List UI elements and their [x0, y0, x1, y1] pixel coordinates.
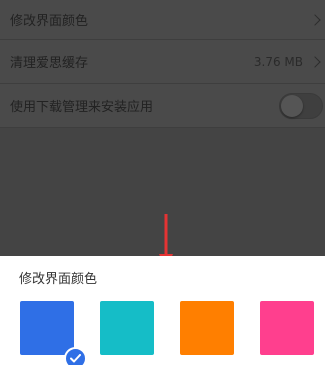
- download-manager-toggle[interactable]: [279, 92, 323, 119]
- sheet-title: 修改界面颜色: [19, 272, 98, 287]
- color-picker-sheet: 修改界面颜色: [0, 256, 325, 365]
- cache-size-value: 3.76 MB: [253, 54, 303, 69]
- settings-row-label: 使用下载管理来安装应用: [10, 100, 154, 115]
- chevron-right-icon: [309, 13, 321, 26]
- toggle-knob: [281, 94, 303, 117]
- color-swatch-blue[interactable]: [20, 301, 74, 355]
- settings-list: 修改界面颜色 清理爱思缓存 3.76 MB 使用下载管理来安装应用: [0, 0, 325, 128]
- color-swatch-orange[interactable]: [180, 301, 234, 355]
- color-swatch-teal[interactable]: [100, 301, 154, 355]
- settings-row-clear-cache[interactable]: 清理爱思缓存 3.76 MB: [0, 40, 325, 84]
- settings-row-interface-color[interactable]: 修改界面颜色: [0, 0, 325, 40]
- settings-row-download-manager: 使用下载管理来安装应用: [0, 84, 325, 128]
- color-swatch-pink[interactable]: [260, 301, 314, 355]
- settings-row-label: 清理爱思缓存: [10, 56, 89, 71]
- selected-checkmark-icon: [64, 347, 87, 365]
- chevron-right-icon: [309, 55, 321, 68]
- settings-row-label: 修改界面颜色: [10, 14, 89, 29]
